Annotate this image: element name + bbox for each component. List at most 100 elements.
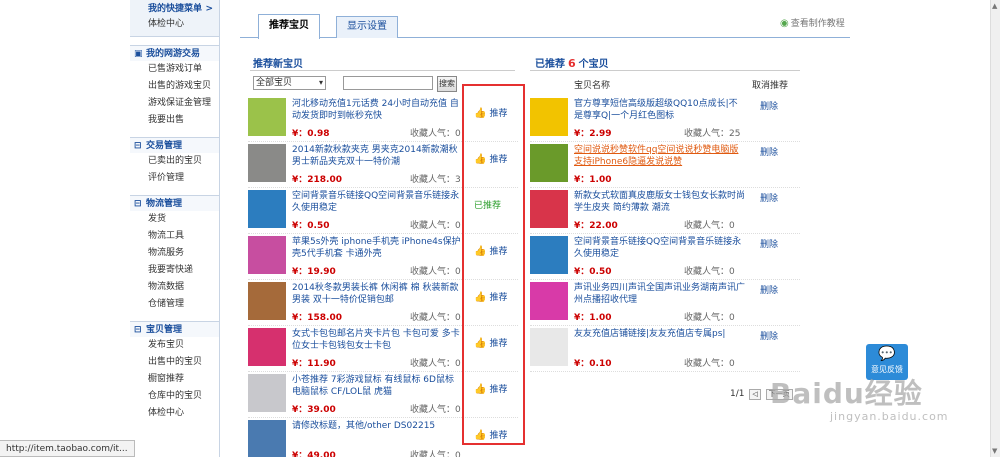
recommend-button[interactable]: 👍 推荐 <box>474 152 507 165</box>
recommend-button[interactable]: 👍 推荐 <box>474 244 507 257</box>
sidebar-item[interactable]: 我要寄快递 <box>130 262 219 279</box>
tab-display-settings[interactable]: 显示设置 <box>336 16 398 38</box>
sidebar-item[interactable]: 体检中心 <box>130 405 219 422</box>
recommend-button[interactable]: 👍 推荐 <box>474 106 507 119</box>
product-thumbnail[interactable] <box>248 420 286 457</box>
right-panel-title: 已推荐 6 个宝贝 <box>535 55 609 70</box>
collapse-toggle-icon[interactable]: ⊟ <box>134 196 146 212</box>
delete-button[interactable]: 删除 <box>760 237 778 250</box>
product-title-link[interactable]: 女式卡包包邮名片夹卡片包 卡包可爱 多卡位女士卡包钱包女士卡包 <box>292 328 462 352</box>
sidebar-group-header[interactable]: ⊟ 物流管理 <box>130 195 219 211</box>
quick-menu-title[interactable]: 我的快捷菜单 > <box>148 2 219 16</box>
sidebar-item[interactable]: 已卖出的宝贝 <box>130 153 219 170</box>
product-thumbnail[interactable] <box>530 282 568 320</box>
search-input[interactable] <box>343 76 433 90</box>
delete-button[interactable]: 删除 <box>760 99 778 112</box>
sidebar-item[interactable]: 出售中的宝贝 <box>130 354 219 371</box>
sidebar-item-health-center[interactable]: 体检中心 <box>148 16 219 32</box>
title-suffix: 个宝贝 <box>578 59 609 70</box>
category-select-value: 全部宝贝 <box>256 78 293 88</box>
sidebar-group-header[interactable]: ⊟ 交易管理 <box>130 137 219 153</box>
product-thumbnail[interactable] <box>248 144 286 182</box>
sidebar-item[interactable]: 物流工具 <box>130 228 219 245</box>
product-thumbnail[interactable] <box>530 328 568 366</box>
page-scrollbar[interactable]: ▲ ▼ <box>990 0 1000 457</box>
product-thumbnail[interactable] <box>530 144 568 182</box>
recommended-row: 空间说说秒赞软件qq空间说说秒赞电脑版支持iPhone6隐逼发说说赞 ¥：1.00… <box>530 142 800 188</box>
sidebar-item[interactable]: 物流数据 <box>130 279 219 296</box>
sidebar-item[interactable]: 仓储管理 <box>130 296 219 313</box>
sidebar-item[interactable]: 橱窗推荐 <box>130 371 219 388</box>
prev-page-button[interactable]: ◁ <box>749 389 761 400</box>
divider <box>250 70 515 71</box>
recommend-button[interactable]: 👍 推荐 <box>474 428 507 441</box>
category-select[interactable]: 全部宝贝 ▾ <box>253 76 326 90</box>
next-page-button[interactable]: 下一页 <box>765 389 793 400</box>
delete-button[interactable]: 删除 <box>760 329 778 342</box>
sidebar-item[interactable]: 物流服务 <box>130 245 219 262</box>
scroll-up-icon[interactable]: ▲ <box>992 2 997 10</box>
product-thumbnail[interactable] <box>248 282 286 320</box>
product-title-link[interactable]: 官方尊享短信高级版超级QQ10点成长|不是尊享Q|一个月红色图标 <box>574 98 746 122</box>
sidebar-group-header[interactable]: ⊟ 宝贝管理 <box>130 321 219 337</box>
product-thumbnail[interactable] <box>530 190 568 228</box>
product-title-link[interactable]: 河北移动充值1元话费 24小时自动充值 自动发货即时到帐秒充快 <box>292 98 462 122</box>
product-title-link[interactable]: 空间背景音乐链接QQ空间背景音乐链接永久使用稳定 <box>292 190 462 214</box>
product-thumbnail[interactable] <box>530 98 568 136</box>
product-title-link[interactable]: 小苍推荐 7彩游戏鼠标 有线鼠标 6D鼠标 电脑鼠标 CF/LOL鼠 虎猫 <box>292 374 462 398</box>
collapse-toggle-icon[interactable]: ▣ <box>134 46 146 62</box>
recommend-button[interactable]: 👍 推荐 <box>474 382 507 395</box>
product-row: 河北移动充值1元话费 24小时自动充值 自动发货即时到帐秒充快 ¥：0.98 收藏人… <box>248 96 518 142</box>
sidebar-group-header[interactable]: ▣ 我的网游交易 <box>130 45 219 61</box>
product-thumbnail[interactable] <box>248 328 286 366</box>
sidebar-group: ⊟ 交易管理 已卖出的宝贝 评价管理 <box>130 137 219 187</box>
delete-button[interactable]: 删除 <box>760 191 778 204</box>
product-title-link[interactable]: 友友充值店铺链接|友友充值店专属ps| <box>574 328 746 352</box>
product-title-link[interactable]: 请修改标题，其他/other DS02215 <box>292 420 462 444</box>
product-thumbnail[interactable] <box>248 236 286 274</box>
product-title-link[interactable]: 声讯业务四川声讯全国声讯业务湖南声讯广州点播招收代理 <box>574 282 746 306</box>
col-cancel-header: 取消推荐 <box>752 81 789 91</box>
sidebar-item[interactable]: 评价管理 <box>130 170 219 187</box>
product-thumbnail[interactable] <box>248 98 286 136</box>
sidebar-item[interactable]: 仓库中的宝贝 <box>130 388 219 405</box>
sidebar-item[interactable]: 游戏保证金管理 <box>130 95 219 112</box>
search-button[interactable]: 搜索 <box>437 76 457 92</box>
thumbs-up-icon: 👍 <box>474 246 487 257</box>
sidebar-item[interactable]: 出售的游戏宝贝 <box>130 78 219 95</box>
sidebar-item[interactable]: 发布宝贝 <box>130 337 219 354</box>
product-row: 空间背景音乐链接QQ空间背景音乐链接永久使用稳定 ¥：0.50 收藏人气：0 已推荐 <box>248 188 518 234</box>
feedback-widget[interactable]: 💬 意见反馈 <box>866 344 908 380</box>
product-thumbnail[interactable] <box>530 236 568 274</box>
product-price: ¥：39.00 <box>292 405 336 415</box>
recommended-count: 6 <box>568 57 576 70</box>
product-title-link[interactable]: 苹果5s外壳 iphone手机壳 iPhone4s保护壳5代手机套 卡通外壳 <box>292 236 462 260</box>
sidebar-item[interactable]: 发货 <box>130 211 219 228</box>
collapse-toggle-icon[interactable]: ⊟ <box>134 138 146 154</box>
product-title-link[interactable]: 空间说说秒赞软件qq空间说说秒赞电脑版支持iPhone6隐逼发说说赞 <box>574 144 746 168</box>
help-link[interactable]: ◉ 查看制作教程 <box>780 16 845 29</box>
product-thumbnail[interactable] <box>248 190 286 228</box>
collapse-toggle-icon[interactable]: ⊟ <box>134 322 146 338</box>
product-title-link[interactable]: 空间背景音乐链接QQ空间背景音乐链接永久使用稳定 <box>574 236 746 260</box>
help-icon: ◉ <box>780 18 789 29</box>
help-label[interactable]: 查看制作教程 <box>791 19 845 29</box>
col-name-header: 宝贝名称 <box>574 81 611 91</box>
scroll-down-icon[interactable]: ▼ <box>992 447 997 455</box>
sidebar-item[interactable]: 已售游戏订单 <box>130 61 219 78</box>
tab-bar: 推荐宝贝 显示设置 <box>240 14 850 39</box>
recommend-button[interactable]: 👍 推荐 <box>474 290 507 303</box>
product-title-link[interactable]: 2014新款秋款夹克 男夹克2014新款潮秋 男士新品夹克双十一特价潮 <box>292 144 462 168</box>
product-thumbnail[interactable] <box>248 374 286 412</box>
product-title-link[interactable]: 新款女式软面真皮鹿版女士钱包女长款时尚学生皮夹 简约薄款 潮流 <box>574 190 746 214</box>
tab-recommended[interactable]: 推荐宝贝 <box>258 14 320 39</box>
product-price: ¥：218.00 <box>292 175 342 185</box>
recommend-button[interactable]: 👍 推荐 <box>474 336 507 349</box>
expand-arrow-icon[interactable]: > <box>205 2 213 16</box>
sidebar-item[interactable]: 我要出售 <box>130 112 219 129</box>
delete-button[interactable]: 删除 <box>760 145 778 158</box>
product-popularity: 收藏人气：25 <box>684 129 741 139</box>
delete-button[interactable]: 删除 <box>760 283 778 296</box>
recommend-label: 推荐 <box>489 109 508 119</box>
product-title-link[interactable]: 2014秋冬款男装长裤 休闲裤 棉 秋装新款男装 双十一特价促销包邮 <box>292 282 462 306</box>
